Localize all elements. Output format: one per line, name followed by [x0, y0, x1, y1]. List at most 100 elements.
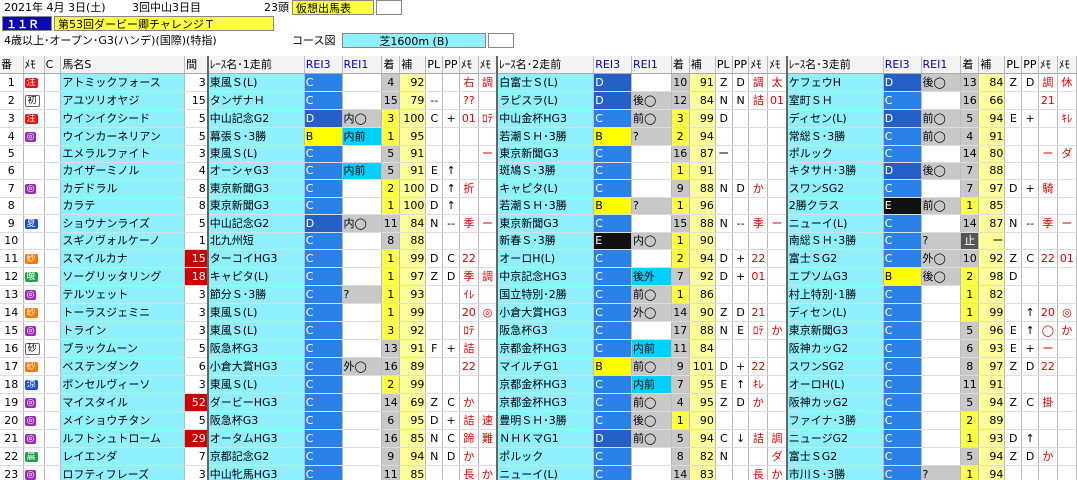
horse-name[interactable]: ウインイクシード [60, 109, 186, 128]
horse-name[interactable]: ショウナンライズ [60, 214, 186, 233]
column-header[interactable]: 補 [399, 56, 427, 74]
memo-cell[interactable] [23, 197, 45, 215]
table-row[interactable]: 14 砂トーラスジェミニ 3 東風Ｓ(L) C 1 99 20 ◎ 小倉大賞HG3 C 外◯ 14 90 Z… [0, 303, 1077, 322]
table-row[interactable]: 6 カイザーミノル 4 オーシャG3 C 内前 5 91 E ↑ 斑鳩Ｓ･3勝 C 1 91 キタサＨ･3勝… [0, 162, 1077, 180]
memo-cell[interactable]: 初 [23, 91, 45, 110]
column-header[interactable]: ﾒﾓ [1057, 56, 1077, 74]
prev-race-name[interactable]: 市川Ｓ･3勝 [785, 465, 884, 480]
prev-race-name[interactable]: ＮＨＫマG1 [496, 429, 595, 448]
horse-name[interactable]: ルフトシュトローム [60, 429, 186, 448]
prev-race-name[interactable]: ディセン(L) [785, 303, 884, 322]
memo-cell[interactable]: 砂 [23, 339, 45, 358]
table-row[interactable]: 4 ◎ ウインカーネリアン 5 幕張Ｓ･3勝 B 内前 1 95 若潮ＳＨ･3勝 B? 2 94 常総Ｓ･… [0, 127, 1077, 146]
memo-cell[interactable]: 注 [23, 109, 45, 128]
horse-name[interactable]: アユツリオヤジ [60, 91, 186, 110]
prev-race-name[interactable]: ニュージG2 [785, 429, 884, 448]
prev-race-name[interactable]: ディセン(L) [785, 109, 884, 128]
horse-name[interactable]: カラテ [60, 197, 186, 215]
column-header[interactable]: PL [425, 56, 444, 74]
table-row[interactable]: 13 ◎ テルツェット 3 節分Ｓ･3勝 C? 1 93 ｲﾚ 国立特別･2勝 C 前◯ 1 86 村上特別… [0, 285, 1077, 304]
column-header[interactable]: C [44, 56, 62, 74]
column-header[interactable]: PP [442, 56, 460, 74]
horse-name[interactable]: マイスタイル [60, 393, 186, 412]
column-header[interactable]: ﾒﾓ [1038, 56, 1058, 74]
prev-race-name[interactable]: 東風Ｓ(L) [206, 73, 305, 92]
prev-race-name[interactable]: 東風Ｓ(L) [206, 303, 305, 322]
column-header[interactable]: 着 [381, 56, 401, 74]
prev-race-name[interactable]: 阪急杯G3 [496, 321, 595, 340]
memo-cell[interactable]: ◎ [23, 465, 45, 480]
prev-race-name[interactable]: 富士ＳG2 [785, 249, 884, 268]
memo-cell[interactable]: ◎ [23, 321, 45, 340]
memo-cell[interactable]: ◎ [23, 411, 45, 430]
memo-cell[interactable]: ◎ [23, 127, 45, 146]
table-row[interactable]: 23 ◎ ロフティフレーズ 3 中山牝馬HG3 C 11 85 長かニューイ(L) C 14 83 長か… [0, 465, 1077, 480]
horse-name[interactable]: エメラルファイト [60, 145, 186, 163]
prev-race-name[interactable]: スワンSG2 [785, 357, 884, 376]
prev-race-name[interactable]: ファイナ･3勝 [785, 411, 884, 430]
prev-race-name[interactable]: 東風Ｓ(L) [206, 321, 305, 340]
table-row[interactable]: 18 涼ボンセルヴィーソ 3 東風Ｓ(L) C 2 99 京都金杯HG3 C 内前 7 95 E ↑ ｷﾚオ… [0, 375, 1077, 394]
column-header[interactable]: PP [732, 56, 750, 74]
prev-race-name[interactable]: 若潮ＳＨ･3勝 [496, 127, 595, 146]
prev-race-name[interactable]: 国立特別･2勝 [496, 285, 595, 304]
horse-name[interactable]: トーラスジェミニ [60, 303, 186, 322]
column-header[interactable]: 着 [671, 56, 690, 74]
prev-race-name[interactable]: ターコイHG3 [206, 249, 305, 268]
column-header[interactable]: ﾒﾓ [748, 56, 769, 74]
column-header[interactable]: ﾒﾓ [478, 56, 498, 74]
table-row[interactable]: 8 カラテ 8 東京新聞G3 C 1 100 D ↑ 若潮ＳＨ･3勝 B? 1 96 2勝クラス E 前◯ 1 8… [0, 197, 1077, 215]
table-row[interactable]: 21 ◎ ルフトシュトローム 29 オータムHG3 C 16 85 N C 蹄難 ＮＨＫマG1 D 前◯ 5… [0, 429, 1077, 448]
column-header[interactable]: REI1 [342, 56, 383, 74]
prev-race-name[interactable]: 阪神カッG2 [785, 339, 884, 358]
horse-name[interactable]: ボンセルヴィーソ [60, 375, 186, 394]
horse-name[interactable]: ウインカーネリアン [60, 127, 186, 146]
column-header[interactable]: ﾒﾓ [23, 56, 45, 74]
prev-race-name[interactable]: 小倉大賞HG3 [206, 357, 305, 376]
prev-race-name[interactable]: オーロH(L) [496, 249, 595, 268]
horse-name[interactable]: ブラックムーン [60, 339, 186, 358]
prev-race-name[interactable]: 東風Ｓ(L) [206, 145, 305, 163]
column-header[interactable]: REI1 [921, 56, 962, 74]
prev-race-name[interactable]: 中山金杯HG3 [496, 109, 595, 128]
column-header[interactable]: 馬名S [60, 56, 186, 74]
prev-race-name[interactable]: 豊明ＳＨ･3勝 [496, 411, 595, 430]
prev-race-name[interactable]: 東風Ｓ(L) [206, 375, 305, 394]
column-header[interactable]: ﾒﾓ [459, 56, 479, 74]
prev-race-name[interactable]: 北九州短 [206, 232, 305, 250]
prev-race-name[interactable]: キャピタ(L) [206, 267, 305, 286]
prev-race-name[interactable]: 中山牝馬HG3 [206, 465, 305, 480]
prev-race-name[interactable]: 東京新聞G3 [496, 214, 595, 233]
memo-cell[interactable] [23, 232, 45, 250]
memo-cell[interactable]: 砂 [23, 357, 45, 376]
prev-race-name[interactable]: ニューイ(L) [785, 214, 884, 233]
column-header[interactable]: 着 [960, 56, 980, 74]
prev-race-name[interactable]: 東京新聞G3 [206, 197, 305, 215]
prev-race-name[interactable]: ダービーHG3 [206, 393, 305, 412]
prev-race-name[interactable]: ケフェウH [785, 73, 884, 92]
prev-race-name[interactable]: エプソムG3 [785, 267, 884, 286]
memo-cell[interactable]: ◎ [23, 393, 45, 412]
horse-name[interactable]: ベステンダンク [60, 357, 186, 376]
prev-race-name[interactable]: 新春Ｓ･3勝 [496, 232, 595, 250]
table-row[interactable]: 3 注ウインイクシード 5 中山記念G2 D 内◯ 3 100 C +01 ﾛﾃ 中山金杯HG3 C 前◯… [0, 109, 1077, 128]
table-row[interactable]: 7 ◎ カデドラル 8 東京新聞G3 C 2 100 D ↑ 折キャピタ(L) C 9 88 N D かスワンS… [0, 179, 1077, 198]
table-row[interactable]: 17 砂ベステンダンク 6 小倉大賞HG3 C 外◯ 16 89 22 マイルチG1 B 前◯ 9 101… [0, 357, 1077, 376]
horse-name[interactable]: アトミックフォース [60, 73, 186, 92]
column-header[interactable]: REI3 [883, 56, 922, 74]
prev-race-name[interactable]: オーシャG3 [206, 162, 305, 180]
horse-name[interactable]: メイショウチタン [60, 411, 186, 430]
prev-race-name[interactable]: 幕張Ｓ･3勝 [206, 127, 305, 146]
prev-race-name[interactable]: 節分Ｓ･3勝 [206, 285, 305, 304]
column-header[interactable]: PL [715, 56, 733, 74]
prev-race-name[interactable]: 2勝クラス [785, 197, 884, 215]
table-row[interactable]: 12 暖ソーグリッタリング 18 キャピタ(L) C 1 97 Z D 季調中京記念HG3 C 後外 7… [0, 267, 1077, 286]
prev-race-name[interactable]: スワンSG2 [785, 179, 884, 198]
prev-race-name[interactable]: 小倉大賞HG3 [496, 303, 595, 322]
prev-race-name[interactable]: 中山記念G2 [206, 109, 305, 128]
column-header[interactable]: 補 [978, 56, 1006, 74]
prev-race-name[interactable]: 南総ＳＨ･3勝 [785, 232, 884, 250]
table-row[interactable]: 1 注アトミックフォース 3 東風Ｓ(L) C 4 92 右調白富士Ｓ(L) D 10 91 Z D 調太… [0, 73, 1077, 92]
prev-race-name[interactable]: 阪急杯G3 [206, 339, 305, 358]
memo-cell[interactable]: 砂 [23, 303, 45, 322]
